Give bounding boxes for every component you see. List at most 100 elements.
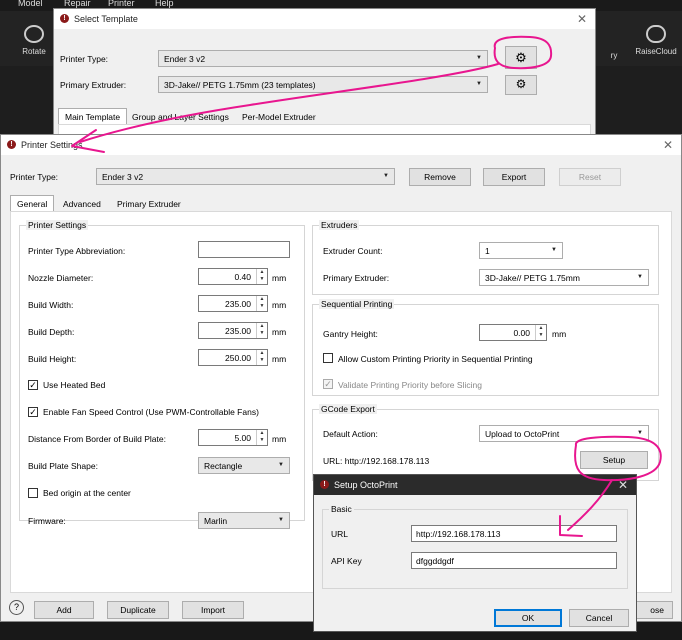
- build-width-spinbox[interactable]: 235.00 ▲ ▼: [198, 295, 268, 312]
- printer-settings-group-title: Printer Settings: [26, 220, 89, 230]
- abbreviation-input[interactable]: [198, 241, 290, 258]
- default-action-label: Default Action:: [323, 429, 378, 439]
- menu-model[interactable]: Model: [18, 0, 43, 8]
- validate-priority-checkbox[interactable]: ✓: [323, 379, 333, 389]
- validate-priority-label: Validate Printing Priority before Slicin…: [338, 380, 482, 390]
- select-template-titlebar: ! Select Template ✕: [54, 9, 595, 29]
- tab-per-model-extruder[interactable]: Per-Model Extruder: [236, 109, 322, 125]
- spin-arrows-icon[interactable]: ▲ ▼: [256, 269, 267, 284]
- build-depth-unit: mm: [272, 327, 287, 337]
- fan-speed-checkbox[interactable]: ✓: [28, 407, 38, 417]
- spin-arrows-icon[interactable]: ▲ ▼: [256, 350, 267, 365]
- gear-icon: ⚙: [515, 50, 527, 65]
- nozzle-diameter-value: 0.40: [234, 272, 251, 282]
- firmware-select[interactable]: Marlin: [198, 512, 290, 529]
- build-height-label: Build Height:: [28, 354, 77, 364]
- printer-type-label: Printer Type:: [10, 172, 59, 182]
- printer-type-select[interactable]: Ender 3 v2: [96, 168, 395, 185]
- url-input[interactable]: http://192.168.178.113: [411, 525, 617, 542]
- custom-priority-label: Allow Custom Printing Priority in Sequen…: [338, 354, 533, 364]
- distance-border-spinbox[interactable]: 5.00 ▲ ▼: [198, 429, 268, 446]
- select-template-dialog: ! Select Template ✕ Printer Type: Ender …: [53, 8, 596, 138]
- duplicate-button[interactable]: Duplicate: [107, 601, 169, 619]
- build-height-unit: mm: [272, 354, 287, 364]
- gantry-height-unit: mm: [552, 329, 567, 339]
- primary-extruder-select[interactable]: 3D-Jake// PETG 1.75mm: [479, 269, 649, 286]
- heated-bed-label: Use Heated Bed: [43, 380, 106, 390]
- custom-priority-checkbox[interactable]: [323, 353, 333, 363]
- import-button[interactable]: Import: [182, 601, 244, 619]
- tab-general[interactable]: General: [10, 195, 55, 211]
- basic-group: Basic URL http://192.168.178.113 API Key…: [322, 504, 628, 589]
- tab-advanced[interactable]: Advanced: [57, 196, 107, 212]
- distance-border-unit: mm: [272, 434, 287, 444]
- export-button[interactable]: Export: [483, 168, 545, 186]
- menu-repair[interactable]: Repair: [64, 0, 91, 8]
- tab-main-template[interactable]: Main Template: [58, 108, 128, 124]
- printer-type-select[interactable]: Ender 3 v2: [158, 50, 488, 67]
- cloud-icon: [646, 25, 666, 43]
- distance-border-label: Distance From Border of Build Plate:: [28, 434, 166, 444]
- build-plate-shape-select[interactable]: Rectangle: [198, 457, 290, 474]
- basic-group-title: Basic: [329, 504, 354, 514]
- primary-extruder-select[interactable]: 3D-Jake// PETG 1.75mm (23 templates): [158, 76, 488, 93]
- toolbar-raisecloud-button[interactable]: RaiseCloud: [628, 25, 682, 65]
- build-height-spinbox[interactable]: 250.00 ▲ ▼: [198, 349, 268, 366]
- bed-origin-label: Bed origin at the center: [43, 488, 131, 498]
- build-plate-shape-label: Build Plate Shape:: [28, 461, 98, 471]
- tab-primary-extruder[interactable]: Primary Extruder: [111, 196, 187, 212]
- spin-arrows-icon[interactable]: ▲ ▼: [535, 325, 546, 340]
- close-icon[interactable]: ✕: [663, 138, 673, 152]
- close-icon[interactable]: ✕: [618, 478, 628, 492]
- build-depth-label: Build Depth:: [28, 327, 75, 337]
- spin-arrows-icon[interactable]: ▲ ▼: [256, 430, 267, 445]
- ok-button[interactable]: OK: [494, 609, 562, 627]
- rotate-icon: [24, 25, 44, 43]
- fan-speed-label: Enable Fan Speed Control (Use PWM-Contro…: [43, 407, 259, 417]
- extruder-settings-button[interactable]: ⚙: [505, 75, 537, 95]
- menu-help[interactable]: Help: [155, 0, 174, 8]
- gear-icon: ⚙: [515, 77, 527, 91]
- extruder-count-select[interactable]: 1: [479, 242, 563, 259]
- close-icon[interactable]: ✕: [577, 12, 587, 26]
- extruders-group: Extruders Extruder Count: 1 Primary Extr…: [312, 220, 659, 295]
- remove-button[interactable]: Remove: [409, 168, 471, 186]
- url-label: URL: [331, 529, 349, 539]
- printer-settings-titlebar: ! Printer Settings ✕: [1, 135, 681, 155]
- spin-arrows-icon[interactable]: ▲ ▼: [256, 323, 267, 338]
- heated-bed-checkbox[interactable]: ✓: [28, 380, 38, 390]
- distance-border-value: 5.00: [234, 433, 251, 443]
- tab-group-layer-settings[interactable]: Group and Layer Settings: [126, 109, 235, 125]
- gcode-export-group: GCode Export Default Action: Upload to O…: [312, 404, 659, 481]
- bed-origin-checkbox[interactable]: [28, 488, 38, 498]
- add-button[interactable]: Add: [34, 601, 94, 619]
- gcode-url-label: URL: http://192.168.178.113: [323, 456, 430, 466]
- setup-button[interactable]: Setup: [580, 451, 648, 469]
- nozzle-diameter-spinbox[interactable]: 0.40 ▲ ▼: [198, 268, 268, 285]
- api-key-label: API Key: [331, 556, 362, 566]
- toolbar-raisecloud-label: RaiseCloud: [635, 47, 677, 56]
- menu-printer[interactable]: Printer: [108, 0, 135, 8]
- printer-settings-title: Printer Settings: [21, 140, 83, 150]
- app-logo-icon: !: [60, 14, 69, 23]
- gcode-export-group-title: GCode Export: [319, 404, 377, 414]
- abbreviation-label: Printer Type Abbreviation:: [28, 246, 126, 256]
- printer-settings-button[interactable]: ⚙: [505, 46, 537, 69]
- build-width-value: 235.00: [225, 299, 251, 309]
- setup-octoprint-dialog: ! Setup OctoPrint ✕ Basic URL http://192…: [313, 474, 637, 632]
- spin-arrows-icon[interactable]: ▲ ▼: [256, 296, 267, 311]
- reset-button[interactable]: Reset: [559, 168, 621, 186]
- default-action-select[interactable]: Upload to OctoPrint: [479, 425, 649, 442]
- help-icon[interactable]: ?: [9, 600, 24, 615]
- extruder-count-label: Extruder Count:: [323, 246, 383, 256]
- build-width-unit: mm: [272, 300, 287, 310]
- build-depth-spinbox[interactable]: 235.00 ▲ ▼: [198, 322, 268, 339]
- select-template-title: Select Template: [74, 14, 138, 24]
- gantry-height-spinbox[interactable]: 0.00 ▲ ▼: [479, 324, 547, 341]
- cancel-button[interactable]: Cancel: [569, 609, 629, 627]
- primary-extruder-label: Primary Extruder:: [323, 273, 390, 283]
- gantry-height-label: Gantry Height:: [323, 329, 378, 339]
- app-logo-icon: !: [320, 480, 329, 489]
- api-key-input[interactable]: dfggddgdf: [411, 552, 617, 569]
- app-logo-icon: !: [7, 140, 16, 149]
